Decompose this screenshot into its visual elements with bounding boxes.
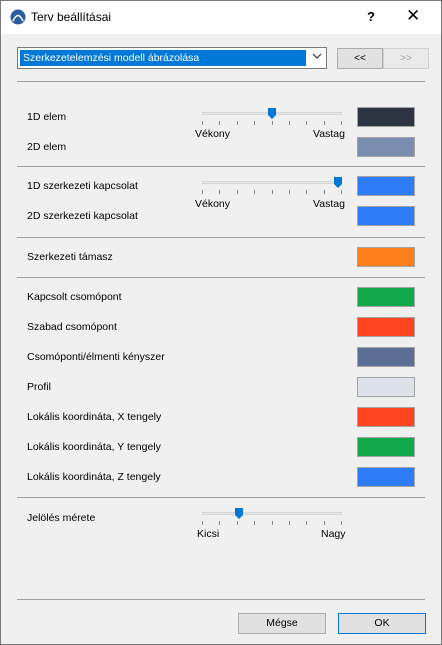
ok-button[interactable]: OK (338, 613, 426, 634)
slider-tick (237, 121, 238, 125)
chevron-down-icon (312, 53, 322, 59)
node-item-label: Szabad csomópont (27, 321, 117, 333)
slider-tick (272, 121, 273, 125)
node-item-label: Kapcsolt csomópont (27, 291, 122, 303)
slider-tick (324, 190, 325, 194)
archicad-app-icon (10, 9, 26, 25)
slider-thumb[interactable] (268, 108, 276, 119)
next-button[interactable]: >> (383, 48, 429, 69)
slider-tick (202, 121, 203, 125)
color-swatch-2d-link[interactable] (357, 206, 415, 226)
slider-thumb[interactable] (235, 508, 243, 519)
label-2d-link: 2D szerkezeti kapcsolat (27, 210, 138, 222)
window-title: Terv beállításai (31, 10, 112, 24)
slider-min-label: Vékony (195, 198, 231, 210)
link-thickness-slider[interactable] (202, 177, 342, 194)
slider-tick (254, 190, 255, 194)
slider-track (202, 512, 342, 515)
slider-tick (341, 521, 342, 525)
color-swatch-1d-link[interactable] (357, 176, 415, 196)
slider-tick (341, 190, 342, 194)
separator (17, 599, 425, 600)
slider-max-label: Nagy (321, 528, 346, 540)
slider-thumb[interactable] (334, 177, 342, 188)
slider-tick (272, 190, 273, 194)
slider-tick (202, 521, 203, 525)
help-button[interactable]: ? (367, 9, 375, 24)
node-item-color-swatch[interactable] (357, 287, 415, 307)
slider-tick (289, 521, 290, 525)
node-item-color-swatch[interactable] (357, 467, 415, 487)
node-item-label: Profil (27, 381, 51, 393)
slider-min-label: Vékony (195, 128, 231, 140)
color-swatch-structural-support[interactable] (357, 247, 415, 267)
label-marker-size: Jelölés mérete (27, 512, 96, 524)
slider-tick (254, 521, 255, 525)
slider-tick (272, 521, 273, 525)
slider-max-label: Vastag (313, 128, 345, 140)
previous-button[interactable]: << (337, 48, 383, 69)
element-thickness-slider[interactable] (202, 108, 342, 125)
separator (17, 166, 425, 167)
slider-tick (341, 121, 342, 125)
slider-tick (254, 121, 255, 125)
separator (17, 81, 425, 82)
slider-max-label: Vastag (313, 198, 345, 210)
node-item-color-swatch[interactable] (357, 317, 415, 337)
label-2d-element: 2D elem (27, 141, 67, 153)
label-1d-link: 1D szerkezeti kapcsolat (27, 180, 138, 192)
color-swatch-1d-element[interactable] (357, 107, 415, 127)
color-swatch-2d-element[interactable] (357, 137, 415, 157)
node-item-label: Lokális koordináta, X tengely (27, 411, 162, 423)
slider-tick (219, 121, 220, 125)
slider-tick (219, 521, 220, 525)
marker-size-slider[interactable] (202, 508, 342, 525)
label-1d-element: 1D elem (27, 111, 67, 123)
settings-dialog: Terv beállításai ? ✕ Szerkezetelemzési m… (0, 0, 442, 645)
node-item-label: Lokális koordináta, Z tengely (27, 471, 161, 483)
slider-tick (289, 190, 290, 194)
slider-tick (202, 190, 203, 194)
slider-tick (306, 121, 307, 125)
node-item-color-swatch[interactable] (357, 347, 415, 367)
separator (17, 237, 425, 238)
node-item-color-swatch[interactable] (357, 437, 415, 457)
node-item-label: Lokális koordináta, Y tengely (27, 441, 161, 453)
slider-tick (219, 190, 220, 194)
separator (17, 497, 425, 498)
title-bar: Terv beállításai ? ✕ (1, 1, 441, 34)
slider-tick (324, 521, 325, 525)
view-mode-dropdown[interactable]: Szerkezetelemzési modell ábrázolása (17, 47, 327, 69)
slider-track (202, 181, 342, 184)
separator (17, 277, 425, 278)
slider-tick (306, 190, 307, 194)
slider-tick (237, 190, 238, 194)
slider-min-label: Kicsi (197, 528, 220, 540)
dropdown-selected-value: Szerkezetelemzési modell ábrázolása (20, 50, 306, 66)
label-structural-support: Szerkezeti támasz (27, 251, 113, 263)
slider-tick (289, 121, 290, 125)
node-item-color-swatch[interactable] (357, 407, 415, 427)
node-item-color-swatch[interactable] (357, 377, 415, 397)
slider-tick (237, 521, 238, 525)
node-item-label: Csomóponti/élmenti kényszer (27, 351, 165, 363)
slider-tick (306, 521, 307, 525)
slider-tick (324, 121, 325, 125)
cancel-button[interactable]: Mégse (238, 613, 326, 634)
close-button[interactable]: ✕ (406, 6, 420, 26)
